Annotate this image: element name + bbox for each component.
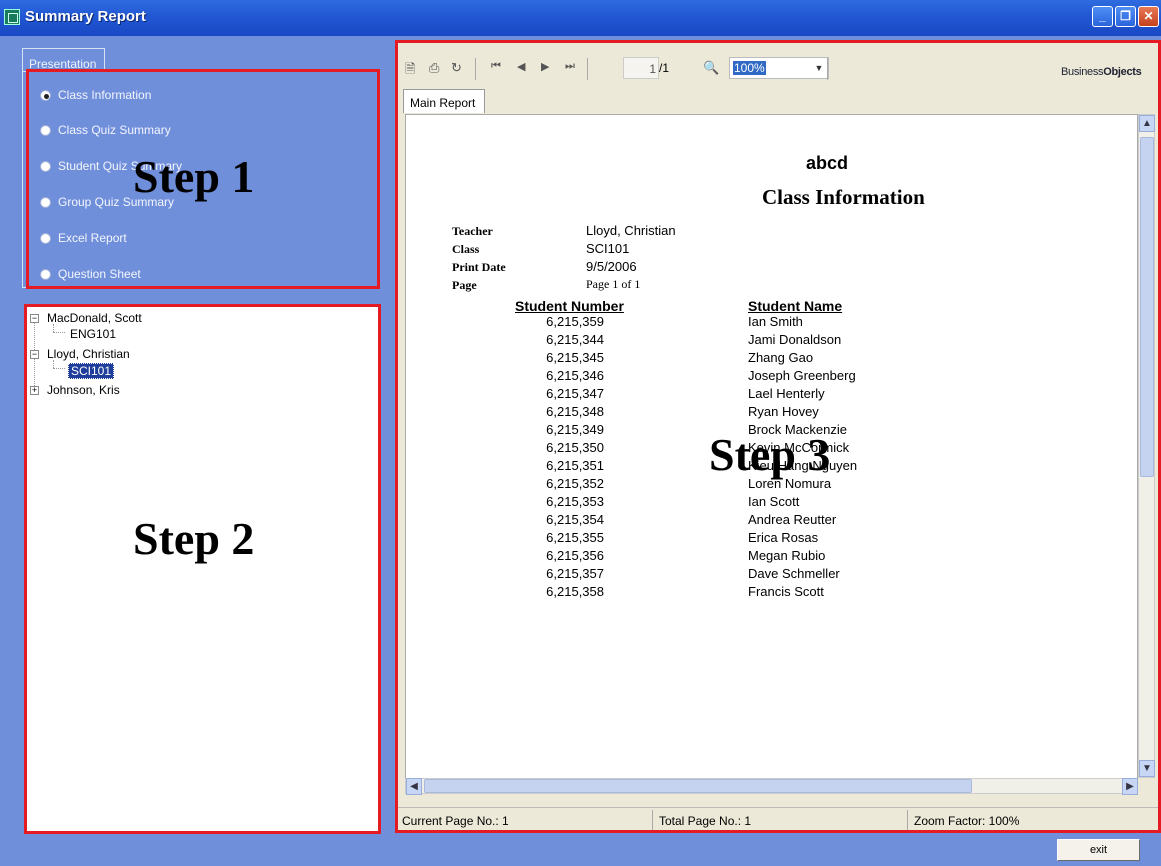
field-label: Teacher <box>452 224 493 238</box>
student-name: Ian Scott <box>748 494 800 509</box>
tree-node-class[interactable]: ENG101 <box>70 327 116 341</box>
radio-button-icon[interactable] <box>40 161 51 172</box>
exit-button[interactable]: exit <box>1057 839 1140 861</box>
title-bar: Summary Report _ ❐ ✕ <box>0 0 1161 36</box>
student-name: Lael Henterly <box>748 386 825 401</box>
chevron-down-icon[interactable]: ▼ <box>811 59 827 77</box>
student-name: Ryan Hovey <box>748 404 819 419</box>
radio-button-icon[interactable] <box>40 125 51 136</box>
export-icon[interactable]: 🗎 <box>405 60 415 82</box>
page-total: /1 <box>659 61 670 75</box>
student-number: 6,215,350 <box>546 440 604 455</box>
first-page-icon[interactable]: ⏮ <box>491 60 501 73</box>
business-objects-logo: BusinessObjects <box>1061 66 1142 78</box>
last-page-icon[interactable]: ⏭ <box>565 60 575 73</box>
vertical-scrollbar[interactable]: ▲ ▼ <box>1138 114 1155 778</box>
scroll-thumb[interactable] <box>424 779 972 793</box>
radio-label: Class Quiz Summary <box>58 123 171 137</box>
student-number: 6,215,351 <box>546 458 604 473</box>
horizontal-scrollbar[interactable]: ◀ ▶ <box>405 778 1138 795</box>
student-name: Jami Donaldson <box>748 332 842 347</box>
tree-node-teacher[interactable]: Johnson, Kris <box>47 383 120 397</box>
radio-label: Excel Report <box>58 231 127 245</box>
previous-page-icon[interactable]: ◀ <box>517 60 525 73</box>
scroll-thumb[interactable] <box>1140 137 1154 477</box>
status-zoom-factor: Zoom Factor: 100% <box>914 814 1020 828</box>
student-name: Francis Scott <box>748 584 824 599</box>
status-total-page: Total Page No.: 1 <box>659 814 752 828</box>
radio-label: Question Sheet <box>58 267 141 281</box>
student-number: 6,215,347 <box>546 386 604 401</box>
field-value: 9/5/2006 <box>586 259 637 274</box>
student-number: 6,215,357 <box>546 566 604 581</box>
zoom-value: 100% <box>733 61 766 75</box>
print-icon[interactable]: ⎙ <box>429 60 439 76</box>
student-number: 6,215,346 <box>546 368 604 383</box>
radio-button-icon[interactable] <box>40 269 51 280</box>
refresh-icon[interactable]: ↻ <box>451 60 462 76</box>
scroll-up-icon[interactable]: ▲ <box>1139 115 1155 132</box>
status-bar: Current Page No.: 1 Total Page No.: 1 Zo… <box>397 807 1161 832</box>
page-number-input[interactable]: 1 <box>623 57 659 79</box>
step1-label: Step 1 <box>133 151 255 202</box>
class-tree: − MacDonald, Scott ENG101 − Lloyd, Chris… <box>26 306 380 834</box>
field-value: SCI101 <box>586 241 630 256</box>
radio-button-icon[interactable] <box>40 233 51 244</box>
field-label: Print Date <box>452 260 506 274</box>
report-title: Class Information <box>762 185 925 209</box>
student-name: Megan Rubio <box>748 548 826 563</box>
column-header-name: Student Name <box>748 298 843 314</box>
student-name: Erica Rosas <box>748 530 819 545</box>
student-name: Ian Smith <box>748 314 803 329</box>
student-number: 6,215,358 <box>546 584 604 599</box>
tree-node-teacher[interactable]: MacDonald, Scott <box>47 311 142 325</box>
student-number: 6,215,352 <box>546 476 604 491</box>
close-button[interactable]: ✕ <box>1138 6 1159 27</box>
student-number: 6,215,356 <box>546 548 604 563</box>
presentation-group-label: Presentation <box>22 48 105 72</box>
student-number: 6,215,345 <box>546 350 604 365</box>
student-name: Dave Schmeller <box>748 566 840 581</box>
next-page-icon[interactable]: ▶ <box>541 60 549 73</box>
scroll-left-icon[interactable]: ◀ <box>406 778 422 795</box>
radio-label: Class Information <box>58 88 152 102</box>
tree-node-teacher[interactable]: Lloyd, Christian <box>47 347 130 361</box>
student-name: Andrea Reutter <box>748 512 837 527</box>
student-number: 6,215,348 <box>546 404 604 419</box>
radio-button-icon[interactable] <box>40 197 51 208</box>
status-current-page: Current Page No.: 1 <box>402 814 509 828</box>
report-organization: abcd <box>806 153 849 173</box>
scroll-down-icon[interactable]: ▼ <box>1139 760 1155 777</box>
step2-label: Step 2 <box>133 513 255 564</box>
student-number: 6,215,344 <box>546 332 604 347</box>
student-number: 6,215,353 <box>546 494 604 509</box>
expand-icon[interactable]: + <box>30 386 39 395</box>
field-value: Lloyd, Christian <box>586 223 676 238</box>
minimize-button[interactable]: _ <box>1092 6 1113 27</box>
app-icon <box>4 9 20 25</box>
student-number: 6,215,359 <box>546 314 604 329</box>
tree-node-class-selected[interactable]: SCI101 <box>68 363 115 379</box>
student-number: 6,215,354 <box>546 512 604 527</box>
radio-button-icon[interactable] <box>40 90 51 101</box>
maximize-button[interactable]: ❐ <box>1115 6 1136 27</box>
step3-label: Step 3 <box>709 429 831 480</box>
viewer-toolbar: 🗎 ⎙ ↻ ⏮ ◀ ▶ ⏭ 1 /1 🔍 100% ▼ BusinessObje… <box>397 42 1161 88</box>
field-label: Class <box>452 242 480 256</box>
scroll-right-icon[interactable]: ▶ <box>1122 778 1138 795</box>
student-name: Zhang Gao <box>748 350 814 365</box>
field-value: Page 1 of 1 <box>586 277 641 291</box>
window-title: Summary Report <box>25 8 146 25</box>
column-header-number: Student Number <box>515 298 624 314</box>
tab-main-report[interactable]: Main Report <box>403 89 485 113</box>
search-icon[interactable]: 🔍 <box>703 60 719 76</box>
student-number: 6,215,349 <box>546 422 604 437</box>
zoom-select[interactable]: 100% ▼ <box>729 57 829 79</box>
student-name: Joseph Greenberg <box>748 368 856 383</box>
collapse-icon[interactable]: − <box>30 350 39 359</box>
field-label: Page <box>452 278 477 292</box>
student-number: 6,215,355 <box>546 530 604 545</box>
collapse-icon[interactable]: − <box>30 314 39 323</box>
